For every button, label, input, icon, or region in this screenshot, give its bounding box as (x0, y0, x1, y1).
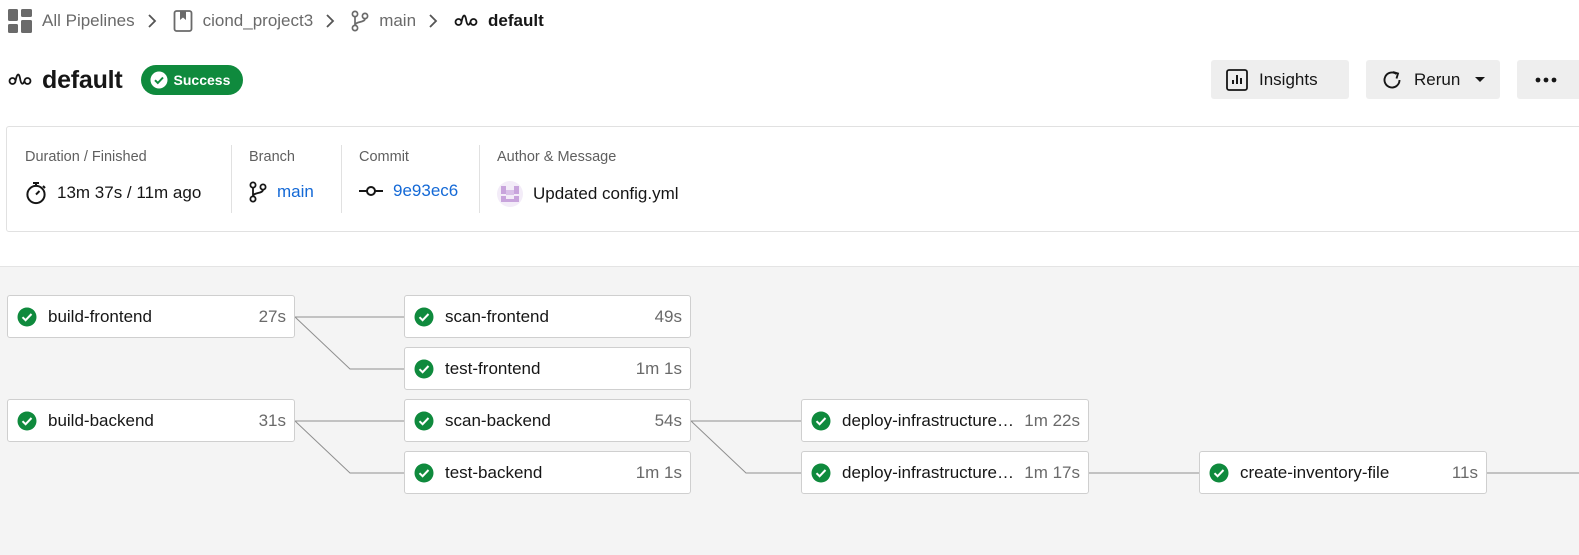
job-name: deploy-infrastructure-… (842, 462, 1019, 482)
job-duration: 1m 1s (635, 462, 682, 482)
success-check-icon (414, 463, 434, 483)
duration-section: Duration / Finished 13m 37s / 11m ago (25, 145, 201, 213)
commit-section: Commit 9e93ec6 (359, 145, 458, 213)
job-build-backend[interactable]: build-backend 31s (7, 399, 295, 442)
more-options-button[interactable] (1517, 60, 1579, 99)
success-check-icon (414, 307, 434, 327)
success-check-icon (414, 411, 434, 431)
author-section: Author & Message Updated config.yml (497, 145, 679, 213)
divider (479, 145, 480, 213)
commit-icon (359, 185, 383, 197)
job-name: build-frontend (48, 306, 152, 326)
branch-label: Branch (249, 149, 295, 165)
job-duration: 1m 17s (1024, 462, 1080, 482)
connector (690, 420, 801, 474)
status-badge: Success (140, 65, 244, 95)
branch-link[interactable]: main (277, 182, 314, 202)
job-name: scan-backend (445, 410, 551, 430)
connector (294, 316, 404, 370)
job-create-inventory-file[interactable]: create-inventory-file 11s (1199, 451, 1487, 494)
success-check-icon (17, 411, 37, 431)
job-name: build-backend (48, 410, 154, 430)
page-title: default (42, 65, 123, 94)
job-deploy-infrastructure-2[interactable]: deploy-infrastructure-… 1m 17s (801, 451, 1089, 494)
breadcrumb: All Pipelines ciond_project3 main defaul… (8, 8, 544, 34)
workflow-icon (8, 70, 32, 90)
status-badge-label: Success (173, 72, 231, 88)
breadcrumb-workflow-label: default (488, 11, 544, 30)
divider (341, 145, 342, 213)
author-message-label: Author & Message (497, 149, 617, 165)
success-check-icon (414, 359, 434, 379)
branch-icon (249, 181, 267, 203)
dashboard-icon (8, 9, 32, 33)
rerun-button-label: Rerun (1414, 69, 1461, 89)
chart-icon (1226, 68, 1248, 91)
workflow-icon (454, 11, 478, 31)
rerun-button[interactable]: Rerun (1366, 60, 1500, 99)
timer-icon (25, 181, 47, 205)
job-test-backend[interactable]: test-backend 1m 1s (404, 451, 691, 494)
workflow-graph: build-frontend 27s scan-frontend 49s tes… (0, 266, 1579, 555)
divider (231, 145, 232, 213)
breadcrumb-all-pipelines[interactable]: All Pipelines (8, 9, 135, 33)
job-scan-frontend[interactable]: scan-frontend 49s (404, 295, 691, 338)
job-test-frontend[interactable]: test-frontend 1m 1s (404, 347, 691, 390)
chevron-right-icon (323, 14, 337, 28)
breadcrumb-all-pipelines-label: All Pipelines (42, 11, 135, 30)
success-check-icon (811, 463, 831, 483)
job-name: deploy-infrastructure-… (842, 410, 1019, 430)
branch-section: Branch main (249, 145, 314, 213)
commit-link[interactable]: 9e93ec6 (393, 181, 458, 201)
job-duration: 1m 22s (1024, 410, 1080, 430)
success-check-icon (1209, 463, 1229, 483)
branch-icon (351, 10, 369, 32)
job-duration: 11s (1451, 462, 1478, 482)
insights-button[interactable]: Insights (1211, 60, 1349, 99)
caret-down-icon (1474, 76, 1486, 84)
connector (294, 420, 404, 474)
duration-label: Duration / Finished (25, 149, 147, 165)
job-build-frontend[interactable]: build-frontend 27s (7, 295, 295, 338)
breadcrumb-project-label: ciond_project3 (202, 11, 314, 30)
check-circle-icon (150, 71, 168, 89)
success-check-icon (17, 307, 37, 327)
job-duration: 31s (258, 410, 286, 430)
chevron-right-icon (426, 14, 440, 28)
job-name: create-inventory-file (1240, 462, 1390, 482)
page-header: default Success (8, 60, 244, 100)
job-duration: 49s (654, 306, 682, 326)
job-deploy-infrastructure-1[interactable]: deploy-infrastructure-… 1m 22s (801, 399, 1089, 442)
refresh-icon (1380, 68, 1404, 92)
commit-message: Updated config.yml (533, 184, 679, 203)
success-check-icon (811, 411, 831, 431)
breadcrumb-project[interactable]: ciond_project3 (173, 10, 314, 32)
breadcrumb-workflow: default (454, 11, 544, 31)
job-duration: 27s (258, 306, 286, 326)
job-scan-backend[interactable]: scan-backend 54s (404, 399, 691, 442)
insights-button-label: Insights (1259, 69, 1318, 89)
job-name: test-frontend (445, 358, 541, 378)
job-name: test-backend (445, 462, 543, 482)
breadcrumb-branch[interactable]: main (351, 10, 416, 32)
job-duration: 54s (654, 410, 682, 430)
commit-label: Commit (359, 149, 409, 165)
project-icon (173, 10, 193, 32)
duration-value: 13m 37s / 11m ago (57, 183, 202, 202)
header-actions: Insights Rerun (1211, 60, 1579, 100)
chevron-right-icon (145, 14, 159, 28)
job-duration: 1m 1s (635, 358, 682, 378)
avatar[interactable] (497, 181, 523, 207)
job-name: scan-frontend (445, 306, 549, 326)
more-horizontal-icon (1535, 77, 1557, 83)
pipeline-info-panel: Duration / Finished 13m 37s / 11m ago Br… (6, 126, 1579, 232)
breadcrumb-branch-label: main (379, 11, 417, 30)
